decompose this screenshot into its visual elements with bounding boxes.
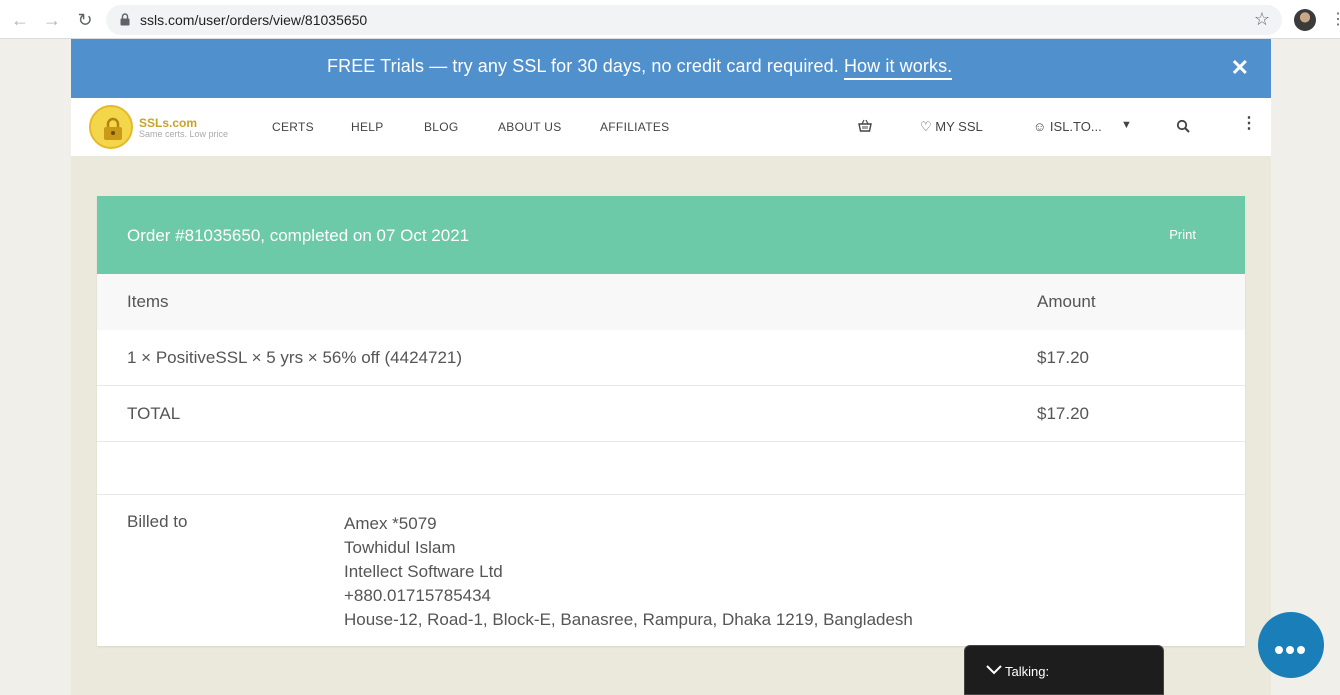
how-it-works-label[interactable]: How it works xyxy=(844,56,947,76)
forward-arrow-icon[interactable]: → xyxy=(41,9,63,31)
basket-icon[interactable] xyxy=(858,119,872,133)
close-icon[interactable]: ✕ xyxy=(1231,55,1249,81)
billing-details: Amex *5079 Towhidul Islam Intellect Soft… xyxy=(344,512,913,632)
nav-blog[interactable]: BLOG xyxy=(424,120,459,134)
billing-card: Amex *5079 xyxy=(344,514,437,533)
browser-toolbar: ← → ↻ ssls.com/user/orders/view/81035650… xyxy=(0,0,1340,39)
order-title: Order #81035650, completed on 07 Oct 202… xyxy=(127,226,470,245)
total-row: TOTAL $17.20 xyxy=(97,386,1245,442)
amount-column-header: Amount xyxy=(1037,292,1096,311)
site-logo[interactable]: SSLs.com Same certs. Low price xyxy=(89,104,239,150)
print-link[interactable]: Print xyxy=(1169,227,1196,242)
billing-address: House-12, Road-1, Block-E, Banasree, Ram… xyxy=(344,610,913,629)
billing-company: Intellect Software Ltd xyxy=(344,562,503,581)
chat-dots-icon xyxy=(1275,641,1308,659)
user-icon: ☺ xyxy=(1033,119,1047,134)
url-text[interactable]: ssls.com/user/orders/view/81035650 xyxy=(140,12,367,28)
browser-menu-icon[interactable]: ⋮ xyxy=(1330,9,1340,29)
chat-launcher-button[interactable] xyxy=(1258,612,1324,678)
chat-dot xyxy=(1286,646,1294,654)
search-icon[interactable] xyxy=(1176,119,1190,133)
total-amount: $17.20 xyxy=(1037,404,1089,423)
site-header: SSLs.com Same certs. Low price CERTS HEL… xyxy=(71,98,1271,156)
talking-chat-tab[interactable]: Talking: xyxy=(964,645,1164,695)
chevron-down-icon[interactable]: ▼ xyxy=(1121,119,1132,131)
bookmark-star-icon[interactable]: ☆ xyxy=(1254,9,1270,30)
my-ssl-link[interactable]: ♡ MY SSL xyxy=(920,119,983,135)
promo-text: FREE Trials — try any SSL for 30 days, n… xyxy=(327,56,953,80)
billing-name: Towhidul Islam xyxy=(344,538,456,557)
profile-avatar[interactable] xyxy=(1294,9,1316,31)
my-ssl-label[interactable]: MY SSL xyxy=(935,119,982,134)
billed-to-label: Billed to xyxy=(127,512,188,531)
talking-label: Talking: xyxy=(1005,664,1050,679)
account-menu[interactable]: ☺ ISL.TO... xyxy=(1033,119,1102,134)
promo-message: FREE Trials — try any SSL for 30 days, n… xyxy=(327,56,839,76)
billing-phone: +880.01715785434 xyxy=(344,586,492,605)
how-it-works-link[interactable]: How it works. xyxy=(843,56,953,80)
how-it-works-period[interactable]: . xyxy=(947,56,952,76)
nav-help[interactable]: HELP xyxy=(351,120,384,134)
line-item-amount: $17.20 xyxy=(1037,348,1089,367)
lock-icon xyxy=(120,13,130,26)
table-header: Items Amount xyxy=(97,274,1245,330)
logo-name: SSLs.com xyxy=(139,116,198,130)
back-arrow-icon[interactable]: ← xyxy=(9,9,31,31)
nav-certs[interactable]: CERTS xyxy=(272,120,314,134)
logo-tagline: Same certs. Low price xyxy=(139,129,229,139)
chevron-down-icon[interactable] xyxy=(985,662,1003,676)
reload-icon[interactable]: ↻ xyxy=(74,9,96,31)
order-card: Order #81035650, completed on 07 Oct 202… xyxy=(97,196,1245,646)
line-item-description: 1 × PositiveSSL × 5 yrs × 56% off (44247… xyxy=(127,348,463,367)
heart-icon: ♡ xyxy=(920,119,932,134)
chat-dot xyxy=(1275,646,1283,654)
promo-banner: FREE Trials — try any SSL for 30 days, n… xyxy=(71,39,1271,98)
total-label: TOTAL xyxy=(127,404,181,423)
chat-dot xyxy=(1297,646,1305,654)
address-bar[interactable]: ssls.com/user/orders/view/81035650 ☆ xyxy=(106,5,1282,35)
nav-affiliates[interactable]: AFFILIATES xyxy=(600,120,669,134)
spacer-row xyxy=(97,442,1245,495)
order-header: Order #81035650, completed on 07 Oct 202… xyxy=(97,196,1245,274)
table-row: 1 × PositiveSSL × 5 yrs × 56% off (44247… xyxy=(97,330,1245,386)
page-gutter-right xyxy=(1271,39,1340,695)
logo-badge xyxy=(89,105,133,149)
nav-about-us[interactable]: ABOUT US xyxy=(498,120,562,134)
items-column-header: Items xyxy=(127,292,169,311)
more-menu-icon[interactable]: ⋮ xyxy=(1241,116,1257,132)
padlock-icon xyxy=(104,117,122,140)
account-name[interactable]: ISL.TO... xyxy=(1050,119,1102,134)
page-gutter-left xyxy=(0,39,71,695)
